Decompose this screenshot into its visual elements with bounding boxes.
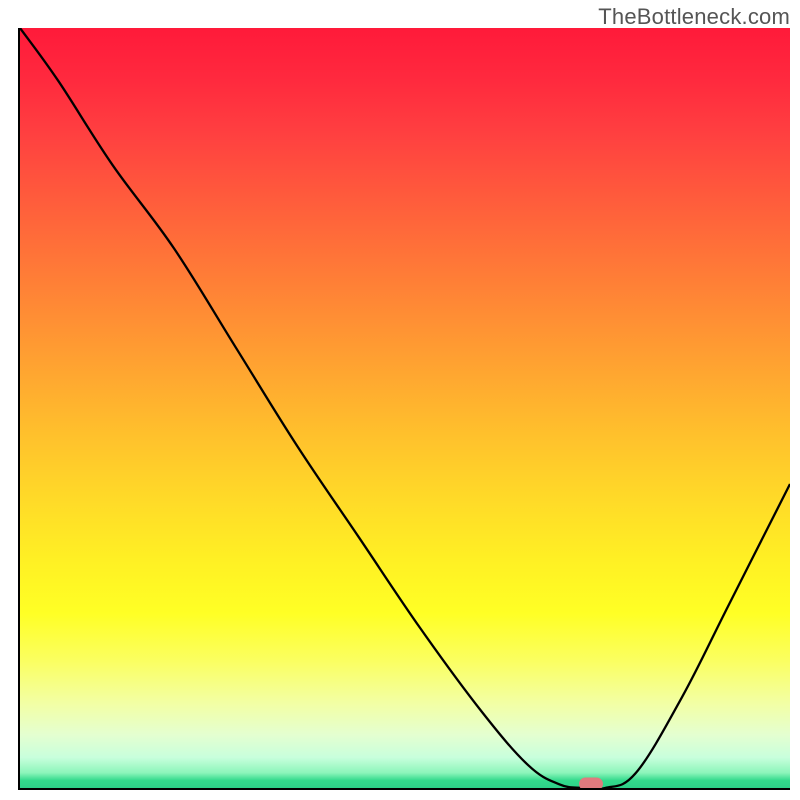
chart-container: TheBottleneck.com xyxy=(0,0,800,800)
curve-path xyxy=(20,28,790,788)
plot-area xyxy=(18,28,790,790)
bottleneck-curve xyxy=(20,28,790,788)
bottleneck-marker xyxy=(579,777,603,790)
watermark-text: TheBottleneck.com xyxy=(598,4,790,30)
